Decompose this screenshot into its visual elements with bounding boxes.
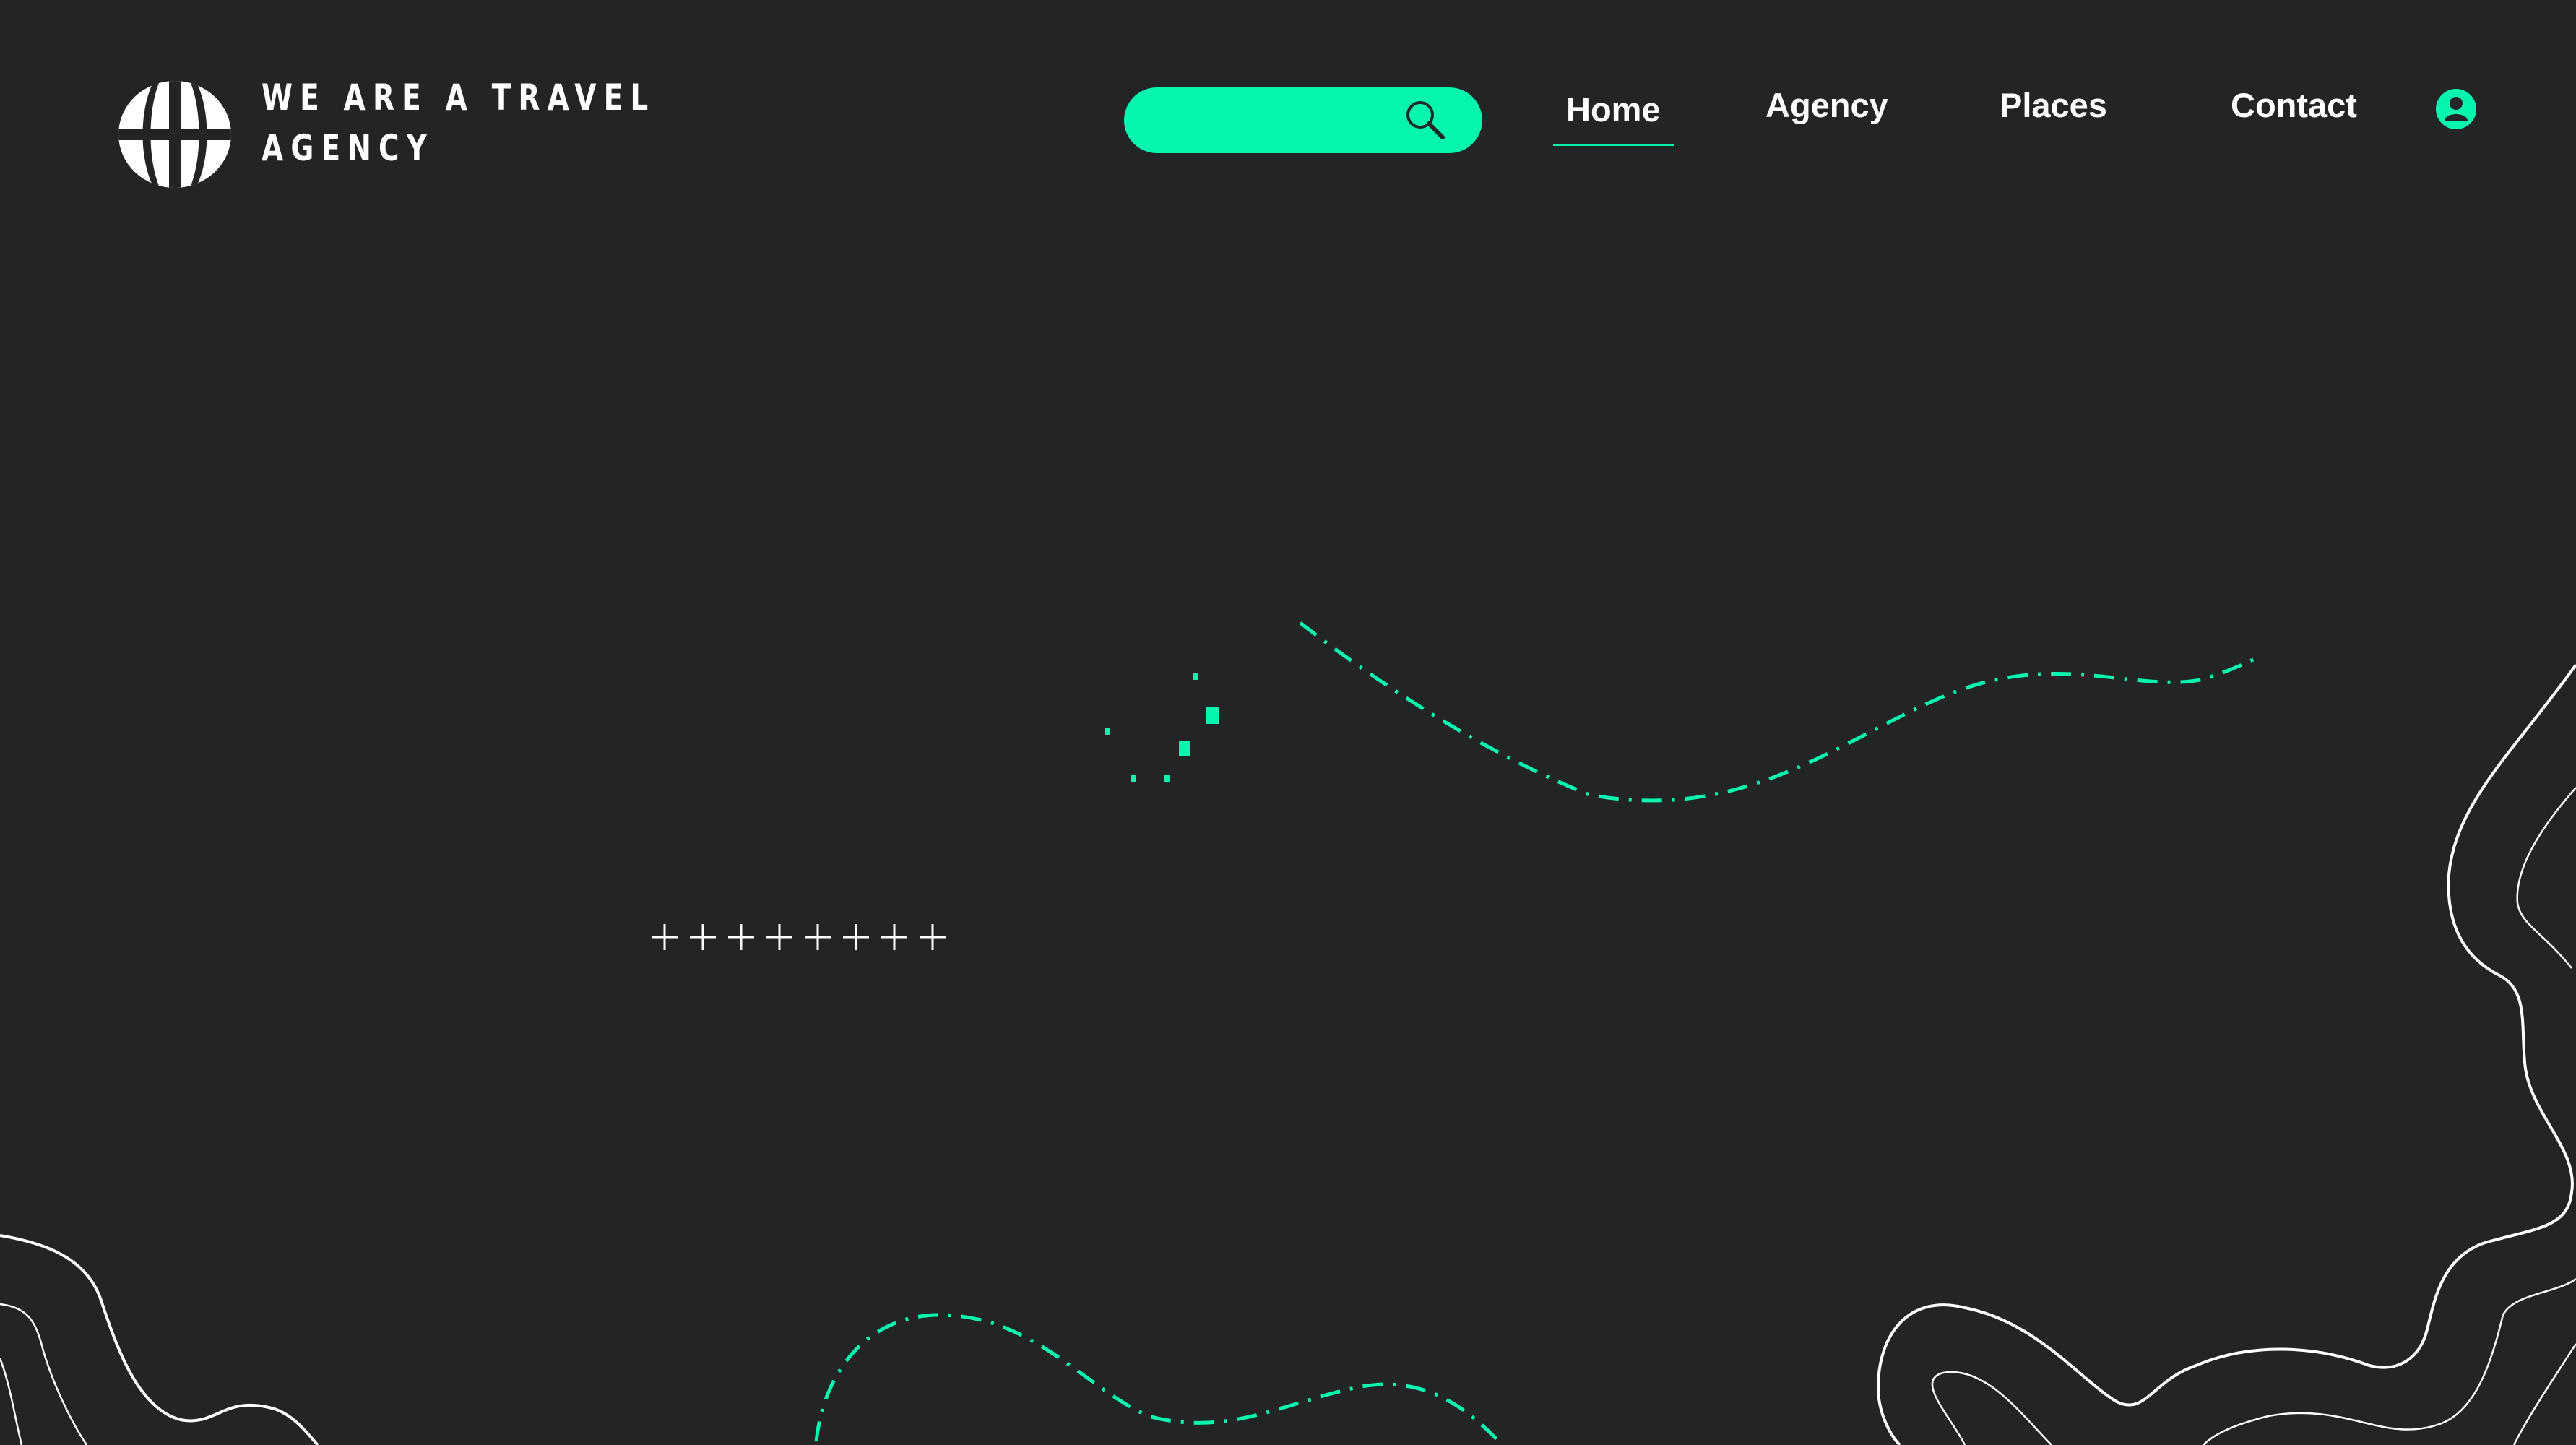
decorative-lines bbox=[0, 621, 2576, 1445]
plus-row bbox=[652, 924, 946, 950]
accent-pixels bbox=[1105, 673, 1219, 782]
contour-lines-right bbox=[1876, 663, 2576, 1445]
accent-wave-lower bbox=[814, 1313, 1500, 1443]
contour-lines-left bbox=[0, 1234, 319, 1445]
accent-wave-upper bbox=[1299, 621, 2258, 803]
